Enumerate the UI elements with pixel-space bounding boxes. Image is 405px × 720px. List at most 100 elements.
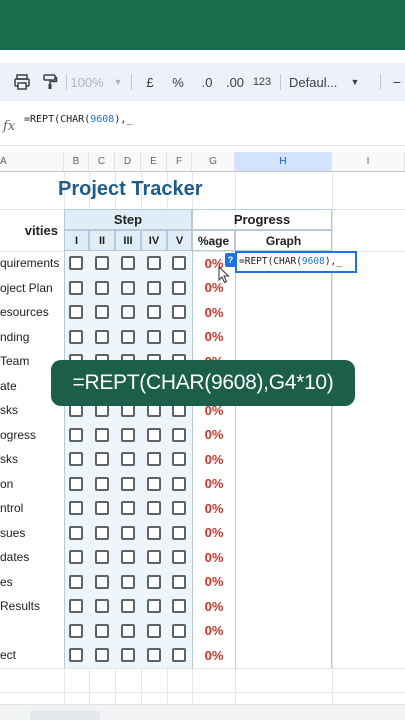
percentage-cell[interactable]: 0% — [192, 422, 235, 447]
graph-cell[interactable] — [235, 324, 332, 349]
font-chevron-down-icon[interactable]: ▼ — [348, 63, 362, 101]
column-header-c[interactable]: C — [89, 152, 115, 172]
activity-cell[interactable]: ect — [0, 643, 64, 668]
step-checkbox[interactable] — [95, 501, 109, 515]
step-checkbox[interactable] — [172, 305, 186, 319]
column-header-g[interactable]: G — [192, 152, 235, 172]
step-checkbox[interactable] — [95, 599, 109, 613]
graph-cell[interactable] — [235, 300, 332, 325]
step-checkbox[interactable] — [147, 648, 161, 662]
currency-format-button[interactable]: £ — [141, 63, 159, 101]
step-checkbox[interactable] — [147, 329, 161, 344]
activity-cell[interactable]: es — [0, 570, 64, 595]
step-checkbox[interactable] — [147, 280, 161, 295]
percentage-cell[interactable]: 0% — [192, 545, 235, 570]
activity-cell[interactable]: quirements — [0, 251, 64, 276]
increase-decimal-button[interactable]: .00 — [224, 63, 246, 101]
zoom-select[interactable]: 100% — [68, 63, 106, 101]
graph-cell[interactable] — [235, 618, 332, 643]
font-select[interactable]: Defaul... — [289, 63, 345, 101]
step-checkbox[interactable] — [147, 256, 161, 270]
sheet-tab[interactable] — [30, 711, 100, 720]
percentage-cell[interactable]: 0% — [192, 496, 235, 521]
step-checkbox[interactable] — [121, 256, 135, 270]
step-checkbox[interactable] — [95, 648, 109, 662]
step-checkbox[interactable] — [95, 623, 109, 638]
step-checkbox[interactable] — [147, 305, 161, 319]
decrease-decimal-button[interactable]: .0 — [196, 63, 218, 101]
step-checkbox[interactable] — [95, 329, 109, 344]
step-checkbox[interactable] — [172, 574, 186, 589]
step-checkbox[interactable] — [95, 305, 109, 319]
step-checkbox[interactable] — [147, 599, 161, 613]
graph-cell[interactable] — [235, 447, 332, 472]
graph-cell[interactable] — [235, 545, 332, 570]
step-checkbox[interactable] — [69, 648, 83, 662]
font-size-decrease-icon[interactable]: − — [390, 63, 404, 101]
formula-input[interactable]: =REPT(CHAR(9608),_ — [24, 114, 132, 125]
activity-cell[interactable]: ntrol — [0, 496, 64, 521]
step-checkbox[interactable] — [95, 427, 109, 442]
activity-cell[interactable]: dates — [0, 545, 64, 570]
step-checkbox[interactable] — [95, 476, 109, 491]
step-checkbox[interactable] — [172, 452, 186, 466]
step-checkbox[interactable] — [172, 623, 186, 638]
step-checkbox[interactable] — [121, 550, 135, 564]
step-checkbox[interactable] — [121, 452, 135, 466]
step-checkbox[interactable] — [95, 550, 109, 564]
graph-cell[interactable] — [235, 569, 332, 594]
step-checkbox[interactable] — [69, 501, 83, 515]
step-checkbox[interactable] — [147, 476, 161, 491]
step-checkbox[interactable] — [147, 525, 161, 540]
column-header-f[interactable]: F — [167, 152, 192, 172]
step-checkbox[interactable] — [121, 525, 135, 540]
step-checkbox[interactable] — [172, 329, 186, 344]
column-header-e[interactable]: E — [141, 152, 167, 172]
step-checkbox[interactable] — [69, 599, 83, 613]
step-checkbox[interactable] — [147, 452, 161, 466]
step-checkbox[interactable] — [172, 525, 186, 540]
step-checkbox[interactable] — [147, 550, 161, 564]
step-checkbox[interactable] — [69, 574, 83, 589]
activity-cell[interactable]: esources — [0, 300, 64, 325]
column-header-i[interactable]: I — [332, 152, 405, 172]
step-checkbox[interactable] — [69, 329, 83, 344]
step-checkbox[interactable] — [121, 574, 135, 589]
step-checkbox[interactable] — [69, 476, 83, 491]
column-header-b[interactable]: B — [64, 152, 89, 172]
step-checkbox[interactable] — [95, 525, 109, 540]
activity-cell[interactable] — [0, 619, 64, 644]
zoom-chevron-down-icon[interactable]: ▼ — [111, 63, 125, 101]
step-checkbox[interactable] — [121, 501, 135, 515]
cell-editor-h4[interactable]: =REPT(CHAR(9608),_ — [235, 251, 357, 273]
step-checkbox[interactable] — [69, 280, 83, 295]
activity-cell[interactable]: nding — [0, 325, 64, 350]
step-checkbox[interactable] — [121, 280, 135, 295]
percentage-cell[interactable]: 0% — [192, 520, 235, 545]
step-checkbox[interactable] — [121, 305, 135, 319]
graph-cell[interactable] — [235, 422, 332, 447]
step-checkbox[interactable] — [172, 256, 186, 270]
percentage-cell[interactable]: 0% — [192, 618, 235, 643]
activity-cell[interactable]: on — [0, 472, 64, 497]
column-header-d[interactable]: D — [115, 152, 141, 172]
step-checkbox[interactable] — [95, 452, 109, 466]
percentage-cell[interactable]: 0% — [192, 594, 235, 619]
activity-cell[interactable]: sks — [0, 447, 64, 472]
step-checkbox[interactable] — [172, 280, 186, 295]
step-checkbox[interactable] — [121, 599, 135, 613]
step-checkbox[interactable] — [147, 501, 161, 515]
graph-cell[interactable] — [235, 643, 332, 668]
step-checkbox[interactable] — [69, 256, 83, 270]
step-checkbox[interactable] — [121, 427, 135, 442]
print-icon[interactable] — [12, 63, 32, 101]
paint-format-icon[interactable] — [40, 63, 60, 101]
percentage-cell[interactable]: 0% — [192, 447, 235, 472]
step-checkbox[interactable] — [69, 550, 83, 564]
step-checkbox[interactable] — [95, 256, 109, 270]
percentage-cell[interactable]: 0% — [192, 569, 235, 594]
step-checkbox[interactable] — [95, 574, 109, 589]
percentage-cell[interactable]: 0% — [192, 471, 235, 496]
number-format-button[interactable]: 123 — [250, 63, 274, 101]
percent-format-button[interactable]: % — [168, 63, 188, 101]
